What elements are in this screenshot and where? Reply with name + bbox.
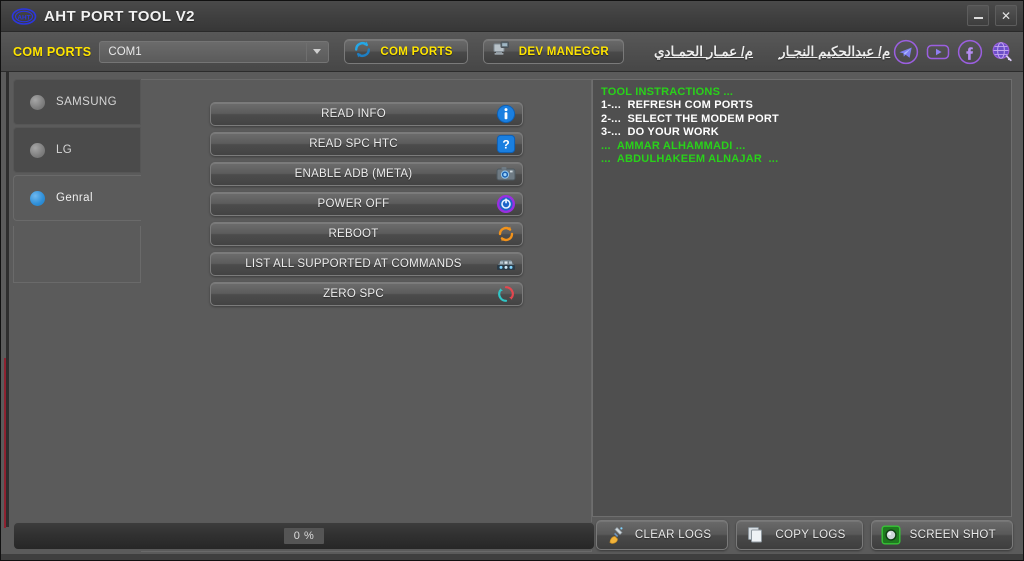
device-manager-icon	[492, 40, 511, 64]
enable-adb-meta-button[interactable]: ENABLE ADB (META)	[210, 162, 523, 186]
log-line: 3-... DO YOUR WORK	[601, 126, 719, 139]
sidebar-item-label: SAMSUNG	[56, 96, 117, 108]
close-icon: ✕	[1000, 8, 1012, 23]
sidebar-item-label: LG	[56, 144, 73, 156]
zero-spc-icon	[496, 284, 516, 304]
power-off-button[interactable]: POWER OFF	[210, 192, 523, 216]
screen-shot-button[interactable]: SCREEN SHOT	[870, 520, 1013, 550]
power-icon	[496, 194, 516, 214]
power-off-label: POWER OFF	[317, 198, 390, 210]
close-button[interactable]: ✕	[995, 5, 1017, 26]
question-icon: ?	[496, 134, 516, 154]
copy-icon	[746, 525, 766, 545]
sidebar-item-lg[interactable]: LG	[13, 127, 141, 173]
sidebar-filler-panel	[13, 226, 141, 283]
camera-icon	[496, 164, 516, 184]
zero-spc-label: ZERO SPC	[323, 288, 384, 300]
page-title: AHT PORT TOOL V2	[44, 7, 195, 25]
sidebar-item-samsung[interactable]: SAMSUNG	[13, 79, 141, 125]
credit-link-ammar-alhammadi[interactable]: م/ عمـار الحمـادي	[654, 44, 753, 60]
info-icon	[496, 104, 516, 124]
minimize-button[interactable]	[967, 5, 989, 26]
clear-logs-button[interactable]: CLEAR LOGS	[595, 520, 729, 550]
aht-logo-icon: AHT	[11, 7, 37, 26]
left-dark-strip	[6, 72, 9, 527]
left-red-strip	[4, 358, 6, 528]
chevron-down-icon[interactable]	[306, 42, 327, 61]
sidebar: SAMSUNG LG Genral	[13, 79, 148, 223]
log-line: ... ABDULHAKEEM ALNAJAR ...	[601, 153, 779, 166]
content-area: SAMSUNG LG Genral READ INFO READ SPC HTC…	[1, 72, 1023, 560]
com-port-selected-value: COM1	[108, 45, 142, 58]
website-search-icon[interactable]	[989, 39, 1015, 65]
commands-icon	[496, 254, 516, 274]
log-output-panel[interactable]: TOOL INSTRACTIONS ... 1-... REFRESH COM …	[592, 79, 1012, 517]
telegram-icon[interactable]	[893, 39, 919, 65]
list-at-commands-label: LIST ALL SUPPORTED AT COMMANDS	[245, 258, 462, 270]
sidebar-item-label: Genral	[56, 192, 93, 204]
clear-logs-label: CLEAR LOGS	[634, 529, 712, 541]
main-panel: READ INFO READ SPC HTC ? ENABLE ADB (MET…	[141, 79, 592, 552]
bottom-button-bar: CLEAR LOGS COPY LOGS SCREEN SHOT	[595, 520, 1013, 550]
progress-value: 0 %	[283, 528, 325, 544]
credit-link-abdulhakeem-alnajar[interactable]: م/ عبدالحكيم النجـار	[779, 44, 890, 60]
device-manager-button[interactable]: DEV MANEGGR	[482, 39, 624, 64]
sidebar-item-genral[interactable]: Genral	[13, 175, 148, 221]
reboot-button[interactable]: REBOOT	[210, 222, 523, 246]
read-info-button[interactable]: READ INFO	[210, 102, 523, 126]
broom-icon	[606, 525, 626, 545]
toolbar: COM PORTS COM1 COM PORTS DEV MANEGGR م/ …	[1, 32, 1023, 72]
log-line: 2-... SELECT THE MODEM PORT	[601, 112, 779, 125]
refresh-circular-icon	[353, 40, 372, 64]
device-manager-label: DEV MANEGGR	[518, 45, 609, 58]
minimize-icon	[973, 17, 983, 19]
read-spc-htc-button[interactable]: READ SPC HTC ?	[210, 132, 523, 156]
read-spc-htc-label: READ SPC HTC	[309, 138, 398, 150]
action-button-list: READ INFO READ SPC HTC ? ENABLE ADB (MET…	[210, 102, 523, 312]
window-controls: ✕	[967, 5, 1017, 26]
refresh-com-ports-label: COM PORTS	[380, 45, 453, 58]
reboot-label: REBOOT	[328, 228, 379, 240]
window-bottom-edge	[1, 554, 1023, 560]
title-bar: AHT AHT PORT TOOL V2 ✕	[1, 1, 1023, 32]
com-port-select[interactable]: COM1	[99, 40, 330, 63]
enable-adb-label: ENABLE ADB (META)	[294, 168, 413, 180]
zero-spc-button[interactable]: ZERO SPC	[210, 282, 523, 306]
log-line: 1-... REFRESH COM PORTS	[601, 99, 754, 112]
radio-indicator-icon	[30, 94, 45, 110]
log-line: TOOL INSTRACTIONS ...	[601, 86, 734, 98]
refresh-com-ports-button[interactable]: COM PORTS	[344, 39, 468, 64]
log-line: ... AMMAR ALHAMMADI ...	[601, 139, 746, 152]
list-at-commands-button[interactable]: LIST ALL SUPPORTED AT COMMANDS	[210, 252, 523, 276]
radio-indicator-selected-icon	[30, 190, 45, 206]
progress-bar[interactable]: 0 %	[13, 522, 595, 550]
radio-indicator-icon	[30, 142, 45, 158]
youtube-icon[interactable]	[925, 39, 951, 65]
svg-text:AHT: AHT	[17, 14, 30, 21]
screenshot-icon	[881, 525, 901, 545]
svg-text:?: ?	[502, 138, 509, 152]
reboot-icon	[496, 224, 516, 244]
copy-logs-label: COPY LOGS	[775, 529, 846, 541]
facebook-icon[interactable]	[957, 39, 983, 65]
social-links	[893, 39, 1015, 65]
com-ports-label: COM PORTS	[13, 44, 92, 59]
screen-shot-label: SCREEN SHOT	[909, 529, 996, 541]
application-window: AHT AHT PORT TOOL V2 ✕ COM PORTS COM1 CO…	[0, 0, 1024, 561]
read-info-label: READ INFO	[321, 108, 386, 120]
copy-logs-button[interactable]: COPY LOGS	[736, 520, 863, 550]
